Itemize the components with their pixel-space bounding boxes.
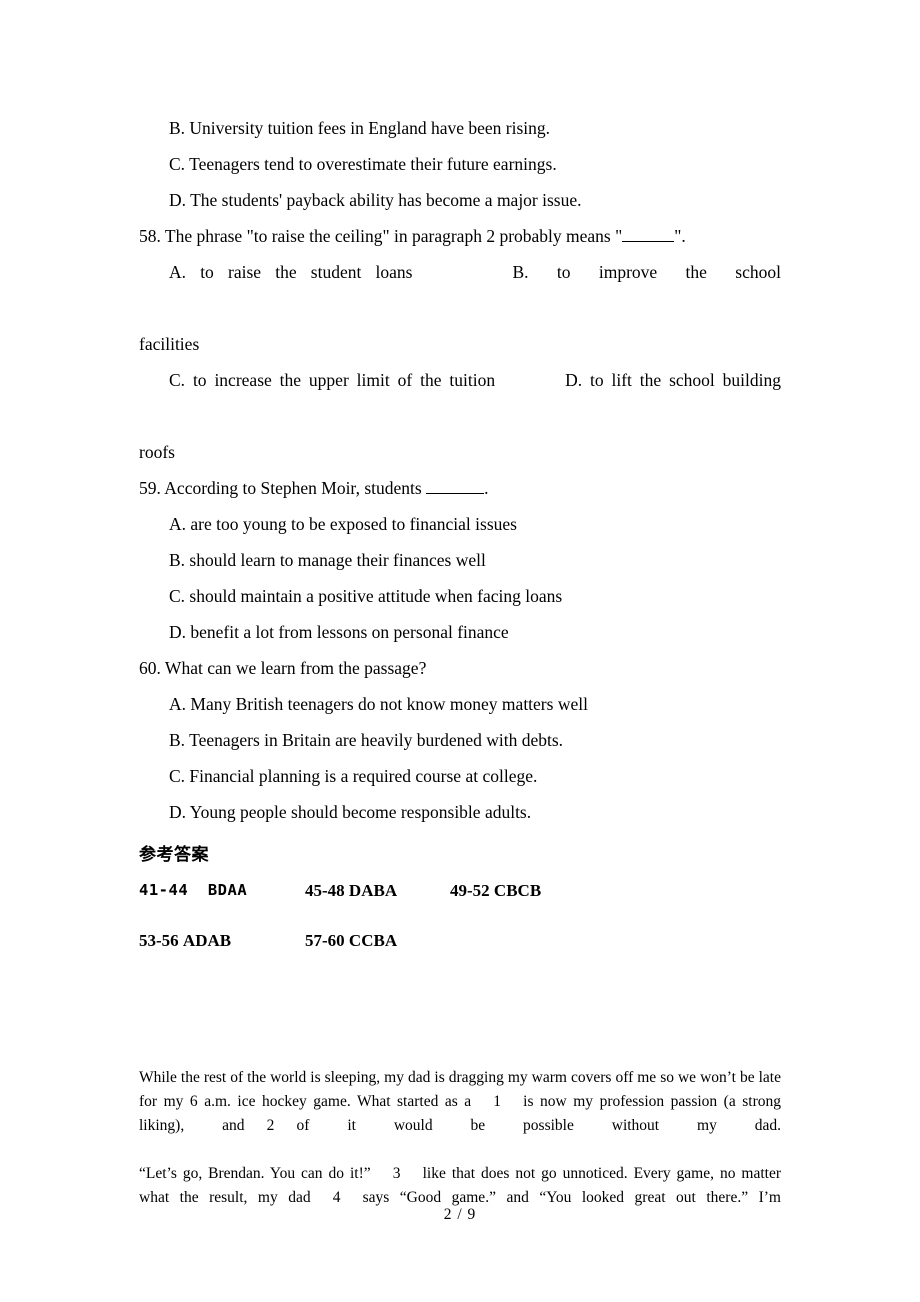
answer-range: 45-48 [305,881,345,900]
option-row: B. University tuition fees in England ha… [169,118,551,138]
answer-range: 57-60 [305,931,345,950]
question-60-option-d: D. Young people should become responsibl… [169,802,532,822]
question-58-options-cd: C. to increase the upper limit of the tu… [139,362,781,434]
question-58-option-d-wrap: roofs [139,442,175,462]
question-58-stem-after: ". [674,226,686,246]
answer-range: 53-56 [139,931,179,950]
cloze-text: of it would be possible without my dad. [296,1117,782,1134]
option-row: C. Teenagers tend to overestimate their … [169,154,557,174]
cloze-paragraph-1: While the rest of the world is sleeping,… [139,1066,781,1162]
option-row: D. The students' payback ability has bec… [169,190,582,210]
question-58-option-d: D. to lift the school building [565,370,781,390]
answer-group: 45-48 DABA [305,881,397,901]
answer-group: 41-44 BDAA [139,881,247,899]
answer-range: 49-52 [450,881,490,900]
question-59-option-c: C. should maintain a positive attitude w… [169,586,563,606]
question-59-stem-before: 59. According to Stephen Moir, students [139,478,427,498]
question-58-option-a: A. to raise the student loans [169,262,413,282]
answer-group: 49-52 CBCB [450,881,541,901]
cloze-blank-3: 3 [392,1165,401,1182]
answer-blank [622,241,675,242]
question-59-option-b: B. should learn to manage their finances… [169,550,486,570]
question-59-stem: 59. According to Stephen Moir, students … [139,470,781,506]
question-59-option-d: D. benefit a lot from lessons on persona… [169,622,509,642]
answer-letters: DABA [348,881,398,900]
question-58-stem-before: 58. The phrase "to raise the ceiling" in… [139,226,623,246]
answer-key-title: 参考答案 [139,845,209,865]
question-60-option-c: C. Financial planning is a required cour… [169,766,538,786]
question-60-option-b: B. Teenagers in Britain are heavily burd… [169,730,564,750]
cloze-blank-1: 1 [493,1093,502,1110]
answer-letters: CCBA [348,931,398,950]
question-59-option-a: A. are too young to be exposed to financ… [169,514,517,534]
question-58-option-b: B. to improve the school [512,262,781,282]
question-58-option-b-wrap: facilities [139,334,200,354]
cloze-blank-2: 2 [266,1117,275,1134]
question-60-option-a: A. Many British teenagers do not know mo… [169,694,588,714]
cloze-text: “Let’s go, Brendan. You can do it!” [139,1165,371,1182]
answer-group: 53-56 ADAB [139,931,231,951]
question-58-stem: 58. The phrase "to raise the ceiling" in… [139,218,781,254]
answer-range: 41-44 [139,881,189,899]
question-59-stem-after: . [484,478,489,498]
question-58-option-c: C. to increase the upper limit of the tu… [169,370,496,390]
answer-letters: CBCB [493,881,542,900]
answer-letters: ADAB [182,931,232,950]
questions-section: B. University tuition fees in England ha… [139,110,781,830]
document-page: B. University tuition fees in England ha… [0,0,920,1302]
question-58-options-ab: A. to raise the student loans B. to impro… [139,254,781,326]
answer-letters: BDAA [207,881,248,899]
cloze-text: says “Good game.” and “You looked great … [362,1189,781,1206]
question-60-stem: 60. What can we learn from the passage? [139,658,427,678]
answer-group: 57-60 CCBA [305,931,397,951]
answer-blank [426,493,485,494]
page-footer: 2 / 9 [443,1206,477,1223]
